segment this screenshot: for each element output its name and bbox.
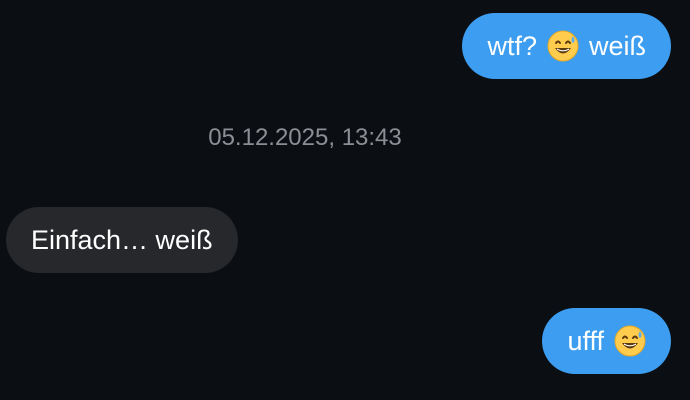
incoming-message-bubble[interactable]: Einfach… weiß bbox=[6, 207, 238, 273]
message-text: weiß bbox=[588, 30, 646, 61]
chat-thread: wtf? weiß 05.12.2025, 13:43 Einfach… wei… bbox=[0, 0, 690, 400]
message-text: Einfach… weiß bbox=[31, 224, 213, 255]
grinning-sweat-emoji-icon bbox=[547, 30, 579, 62]
message-text: wtf? bbox=[487, 30, 537, 61]
message-text: ufff bbox=[567, 325, 604, 356]
date-separator-timestamp: 05.12.2025, 13:43 bbox=[208, 124, 402, 151]
grinning-sweat-emoji-icon bbox=[614, 325, 646, 357]
outgoing-message-bubble[interactable]: ufff bbox=[542, 308, 671, 374]
outgoing-message-bubble[interactable]: wtf? weiß bbox=[462, 13, 671, 79]
